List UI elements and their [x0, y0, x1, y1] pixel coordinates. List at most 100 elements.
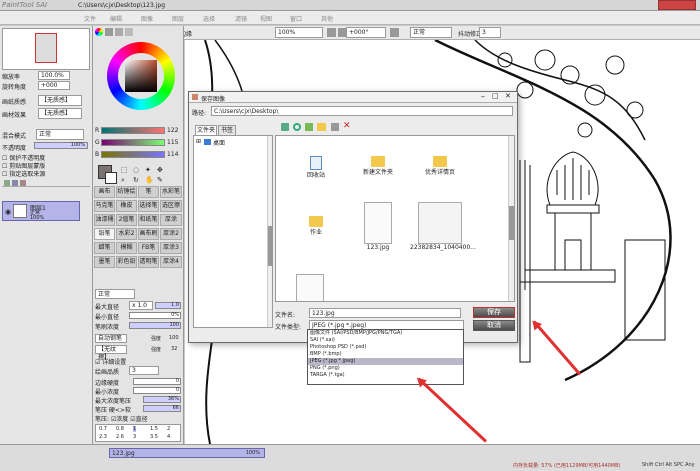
pressure-slider[interactable]: 66: [143, 405, 181, 412]
detail-toggle[interactable]: ☑ 详细设置: [95, 357, 126, 366]
tool-watercolor2[interactable]: 水彩2: [116, 228, 137, 240]
bookmark-icon[interactable]: [305, 123, 313, 131]
select-tool-icon[interactable]: ⬚: [121, 166, 128, 174]
min-size-slider[interactable]: 0%: [129, 312, 181, 319]
preset-size-1[interactable]: 0.7: [99, 426, 107, 432]
menu-filter[interactable]: 滤镜: [235, 14, 247, 23]
tool-impasto4[interactable]: 厚涂4: [160, 256, 182, 268]
save-button[interactable]: 保存: [473, 307, 515, 318]
selection-source-option[interactable]: ☐ 指定选取来源: [2, 169, 45, 178]
color-wheel-icon[interactable]: [95, 28, 103, 36]
stabilizer-select[interactable]: 3: [479, 27, 501, 38]
new-layer-icon[interactable]: [4, 180, 10, 186]
filename-input[interactable]: 123.jpg: [309, 308, 461, 318]
tab-bookmarks[interactable]: 书签: [218, 125, 236, 135]
tool-washi[interactable]: 和纸笔: [138, 214, 159, 226]
texture-select[interactable]: 【无纹理】: [95, 345, 127, 361]
hand-icon[interactable]: ✋: [145, 176, 154, 184]
tree-root-label[interactable]: 桌面: [213, 138, 225, 147]
zoom-out-icon[interactable]: [327, 28, 336, 37]
quality-select[interactable]: 3: [129, 366, 159, 375]
preset-size-8[interactable]: 3: [133, 434, 136, 440]
tool-eraser[interactable]: 橡皮: [116, 200, 137, 212]
file-recycle-bin[interactable]: 回收站: [296, 156, 336, 179]
navigator-viewport[interactable]: [35, 33, 57, 63]
nav-zoom-value[interactable]: 100.0%: [38, 71, 70, 80]
edge-select[interactable]: 自动钢笔: [95, 334, 127, 343]
b-slider[interactable]: [101, 151, 165, 158]
go-up-icon[interactable]: [281, 123, 289, 131]
tab-folders[interactable]: 文件夹: [195, 125, 217, 135]
tool-blur[interactable]: 模糊: [116, 242, 137, 254]
tool-fb-pen[interactable]: FB笔: [138, 242, 159, 254]
file-new-folder[interactable]: 新建文件夹: [356, 156, 400, 176]
tool-pencil[interactable]: 铅笔: [94, 228, 115, 240]
size-multiplier[interactable]: x 1.0: [129, 301, 153, 310]
tool-canvas[interactable]: 画布: [94, 186, 115, 198]
file-123-jpg[interactable]: 123.jpg: [356, 202, 400, 251]
filetype-option[interactable]: SAI (*.sai): [308, 337, 463, 344]
tool-select-eraser[interactable]: 选区擦: [160, 200, 182, 212]
refresh-icon[interactable]: [293, 123, 301, 131]
filetype-option[interactable]: Photoshop PSD (*.psd): [308, 344, 463, 351]
tool-pen[interactable]: 笔: [138, 186, 159, 198]
color-sv-square[interactable]: [125, 60, 157, 92]
eye-icon[interactable]: ◉: [5, 208, 11, 216]
tool-ink[interactable]: 墨笔: [94, 256, 115, 268]
menu-view[interactable]: 视图: [260, 14, 272, 23]
menu-select[interactable]: 选择: [203, 14, 215, 23]
brush-size-presets[interactable]: 0.7 0.8 1 1.5 2 2.3 2.6 3 3.5 4: [95, 424, 181, 442]
layer-row-selected[interactable]: ◉ 图层1 正常 100%: [2, 201, 80, 221]
filetype-option[interactable]: 图像文件 (SAI/PSD/BMP/JPG/PNG/TGA): [308, 330, 463, 337]
delete-icon[interactable]: ✕: [343, 121, 351, 131]
zoom-select[interactable]: 100%: [275, 27, 323, 38]
filetype-option[interactable]: TARGA (*.tga): [308, 372, 463, 379]
pressure-options[interactable]: 笔压: ☑浓度 ☑直径: [95, 414, 148, 423]
menu-layer[interactable]: 图层: [172, 14, 184, 23]
r-slider[interactable]: [101, 127, 165, 134]
preset-size-9[interactable]: 3.5: [150, 434, 158, 440]
file-list-scrollbar[interactable]: [508, 136, 514, 301]
paper-texture-select[interactable]: 【无质感】: [38, 95, 82, 106]
tool-crayon[interactable]: 蜡笔: [94, 242, 115, 254]
tool-select-pen[interactable]: 选择笔: [138, 200, 159, 212]
tree-scrollbar[interactable]: [267, 136, 272, 327]
document-tab[interactable]: 123.jpg 100%: [109, 448, 265, 458]
color-wheel[interactable]: [107, 42, 175, 110]
hardness-slider[interactable]: 0: [133, 378, 181, 385]
hsv-slider-icon[interactable]: [115, 28, 123, 36]
eyedropper-icon[interactable]: ✎: [157, 176, 163, 184]
secondary-color-swatch[interactable]: [105, 172, 117, 184]
g-slider[interactable]: [101, 139, 165, 146]
tool-color-pencil[interactable]: 彩色铅: [116, 256, 137, 268]
swatches-icon[interactable]: [125, 28, 133, 36]
filetype-option[interactable]: BMP (*.bmp): [308, 351, 463, 358]
rotate-tool-icon[interactable]: ↻: [133, 176, 139, 184]
preset-size-7[interactable]: 2.6: [116, 434, 124, 440]
new-folder-dialog-icon[interactable]: [317, 123, 326, 131]
folder-tree[interactable]: ⊞ 桌面: [193, 135, 273, 328]
close-icon[interactable]: ✕: [505, 92, 511, 100]
tool-impasto2[interactable]: 厚涂2: [160, 228, 182, 240]
max-pressure-slider[interactable]: 36%: [143, 396, 181, 403]
menu-file[interactable]: 文件: [84, 14, 96, 23]
filetype-dropdown[interactable]: 图像文件 (SAI/PSD/BMP/JPG/PNG/TGA) SAI (*.sa…: [307, 329, 464, 385]
opacity-slider[interactable]: 100%: [34, 142, 88, 149]
preset-size-2[interactable]: 0.8: [116, 426, 124, 432]
zoom-tool-icon[interactable]: ⌕: [121, 176, 125, 185]
move-icon[interactable]: ✥: [157, 166, 163, 174]
window-controls[interactable]: [658, 0, 696, 10]
preset-size-10[interactable]: 4: [167, 434, 170, 440]
file-list-scroll-thumb[interactable]: [509, 206, 514, 240]
menu-image[interactable]: 图像: [141, 14, 153, 23]
min-density-slider[interactable]: 0: [133, 387, 181, 394]
new-folder-icon[interactable]: [12, 180, 18, 186]
file-homework[interactable]: 作业: [296, 216, 336, 236]
filetype-option-selected[interactable]: JPEG (*.jpg *.jpeg): [308, 358, 463, 365]
size-slider[interactable]: 1.0: [155, 302, 181, 309]
angle-select[interactable]: +000°: [346, 27, 386, 38]
rename-icon[interactable]: [331, 123, 339, 131]
brush-mode-select[interactable]: 正常: [95, 289, 135, 299]
delete-layer-icon[interactable]: [20, 180, 26, 186]
paper-effect-select[interactable]: 【无质感】: [38, 108, 82, 119]
